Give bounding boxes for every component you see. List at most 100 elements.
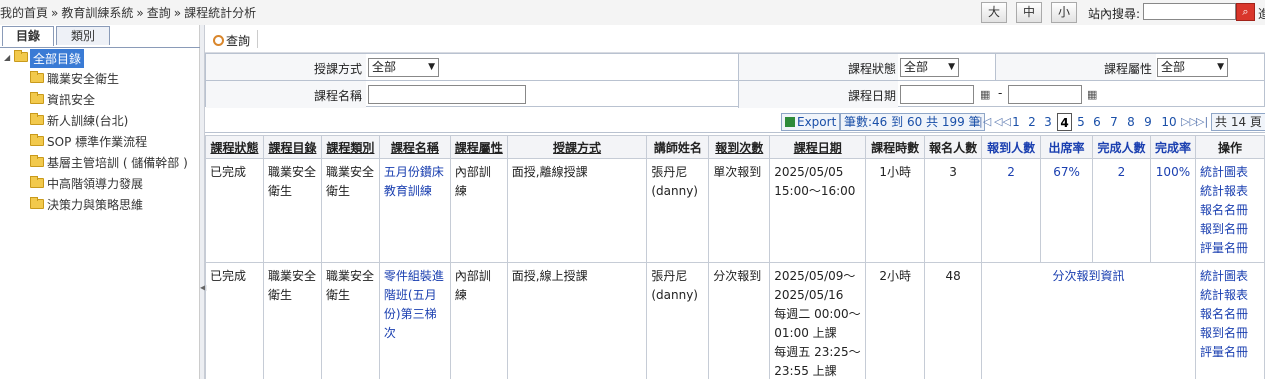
cell-checked-in[interactable]: 2 [981,158,1042,263]
cell-enrolled: 3 [924,158,983,263]
stats-chart-link[interactable]: 統計圖表 [1200,267,1260,286]
search-more-link[interactable]: 進 [1258,5,1265,22]
cell-date: 2025/05/09～ 2025/05/16 每週二 00:00～ 01:00 … [769,262,867,379]
chevron-down-icon: ▼ [948,62,955,72]
cell-completed[interactable]: 2 [1092,158,1151,263]
table-row: 已完成 職業安全衛生 職業安全衛生 零件組裝進階班(五月份)第三梯次 內部訓練 … [205,262,1265,379]
page-link[interactable]: 8 [1125,113,1137,131]
font-medium-button[interactable]: 中 [1016,2,1042,23]
cell-status: 已完成 [205,158,264,263]
chevron-down-icon: ▼ [428,62,435,72]
col-header-completed: 完成人數 [1092,135,1151,159]
col-header-attribute[interactable]: 課程屬性 [449,135,508,159]
tree-item-label[interactable]: 中高階領導力發展 [47,175,143,192]
breadcrumb-training-system[interactable]: 教育訓練系統 [61,6,133,20]
page-link[interactable]: 1 [1010,113,1022,131]
tree-root-label[interactable]: 全部目錄 [30,49,85,68]
tree-item-label[interactable]: 決策力與策略思維 [47,196,143,213]
breadcrumb-separator: » [173,6,182,20]
date-to-input[interactable] [1008,85,1082,104]
prev-page-icon[interactable]: ◁◁ [994,113,1011,131]
breadcrumb-query[interactable]: 查詢 [147,6,171,20]
export-button[interactable]: Export [781,113,841,131]
site-search-input[interactable] [1143,3,1236,20]
export-label: Export [797,115,837,129]
collapse-icon[interactable]: ◢ [4,53,10,62]
first-page-icon[interactable]: |◁ [979,113,991,131]
evaluation-roster-link[interactable]: 評量名冊 [1200,343,1260,362]
query-button[interactable]: 查詢 [213,32,250,49]
page-link[interactable]: 9 [1142,113,1154,131]
cell-teacher: 張丹尼(danny) [646,262,710,379]
last-page-icon[interactable]: ▷| [1196,113,1208,131]
stats-report-link[interactable]: 統計報表 [1200,182,1260,201]
tree-item-label[interactable]: 職業安全衛生 [47,70,119,87]
course-name-input[interactable] [368,85,526,104]
enrollment-roster-link[interactable]: 報名名冊 [1200,305,1260,324]
tab-category[interactable]: 類別 [56,26,110,45]
toolbar: 查詢 [205,25,1265,53]
top-bar: 我的首頁» 教育訓練系統» 查詢» 課程統計分析 大 中 小 站內搜尋: ⌕ 進 [0,0,1265,25]
col-header-checked-in: 報到人數 [981,135,1042,159]
filter-panel: 授課方式 全部 ▼ 課程狀態 全部 ▼ 課程屬性 全部 ▼ 課程名稱 課程日期 ▦ -… [205,53,1265,108]
calendar-icon[interactable]: ▦ [1087,88,1097,101]
cell-catalog: 職業安全衛生 [262,262,322,379]
calendar-icon[interactable]: ▦ [980,88,990,101]
font-large-button[interactable]: 大 [981,2,1007,23]
course-status-select[interactable]: 全部 ▼ [900,58,959,77]
tree-item-label[interactable]: 資訊安全 [47,91,95,108]
date-line: 01:00 上課 [774,326,837,340]
page-link[interactable]: 10 [1160,113,1178,131]
col-header-status[interactable]: 課程狀態 [205,135,264,159]
breadcrumb-separator: » [136,6,144,20]
tree-item-label[interactable]: SOP 標準作業流程 [47,133,147,150]
tree-item-label[interactable]: 新人訓練(台北) [47,112,128,129]
col-header-course-name[interactable]: 課程名稱 [378,135,451,159]
checkin-roster-link[interactable]: 報到名冊 [1200,220,1260,239]
col-header-checkin-type[interactable]: 報到次數 [708,135,771,159]
multi-checkin-info-link[interactable]: 分次報到資訊 [981,262,1196,379]
course-status-value: 全部 [904,60,929,74]
course-name-label: 課程名稱 [313,89,362,103]
col-header-date[interactable]: 課程日期 [769,135,867,159]
course-date-label: 課程日期 [847,89,896,103]
course-attribute-select[interactable]: 全部 ▼ [1157,58,1228,77]
table-row: 已完成 職業安全衛生 職業安全衛生 五月份鑽床教育訓練 內部訓練 面授,離線授課… [205,158,1265,263]
page-link[interactable]: 2 [1026,113,1038,131]
page-link[interactable]: 5 [1075,113,1087,131]
cell-method: 面授,線上授課 [506,262,648,379]
col-header-method[interactable]: 授課方式 [506,135,648,159]
page-link-current[interactable]: 4 [1057,113,1072,131]
checkin-roster-link[interactable]: 報到名冊 [1200,324,1260,343]
col-header-category[interactable]: 課程類別 [320,135,380,159]
date-from-input[interactable] [900,85,974,104]
tree-item-label[interactable]: 基層主管培訓 ( 儲備幹部 ) [47,154,188,171]
record-count: 筆數:46 到 60 共 199 筆 [840,113,985,131]
tab-catalog[interactable]: 目錄 [2,26,54,46]
evaluation-roster-link[interactable]: 評量名冊 [1200,239,1260,258]
course-name-link[interactable]: 五月份鑽床教育訓練 [384,163,446,201]
stats-report-link[interactable]: 統計報表 [1200,286,1260,305]
breadcrumb-home[interactable]: 我的首頁 [0,6,48,20]
catalog-tree [0,47,200,48]
folder-icon [30,92,44,107]
search-button[interactable]: ⌕ [1236,3,1255,21]
course-name-link[interactable]: 零件組裝進階班(五月份)第三梯次 [384,267,446,343]
cell-category: 職業安全衛生 [320,262,380,379]
page-link[interactable]: 6 [1091,113,1103,131]
teaching-method-select[interactable]: 全部 ▼ [368,58,439,77]
course-stats-table: 課程狀態 課程目錄 課程類別 課程名稱 課程屬性 授課方式 講師姓名 報到次數 … [205,135,1265,379]
enrollment-roster-link[interactable]: 報名名冊 [1200,201,1260,220]
cell-teacher: 張丹尼(danny) [646,158,710,263]
col-header-catalog[interactable]: 課程目錄 [262,135,322,159]
date-range-dash: - [998,86,1003,100]
excel-icon [785,117,795,127]
cell-attribute: 內部訓練 [449,158,508,263]
col-header-actions: 操作 [1194,135,1265,159]
stats-chart-link[interactable]: 統計圖表 [1200,163,1260,182]
cell-catalog: 職業安全衛生 [262,158,322,263]
page-link[interactable]: 3 [1042,113,1054,131]
font-small-button[interactable]: 小 [1051,2,1077,23]
folder-icon [30,155,44,170]
page-link[interactable]: 7 [1108,113,1120,131]
